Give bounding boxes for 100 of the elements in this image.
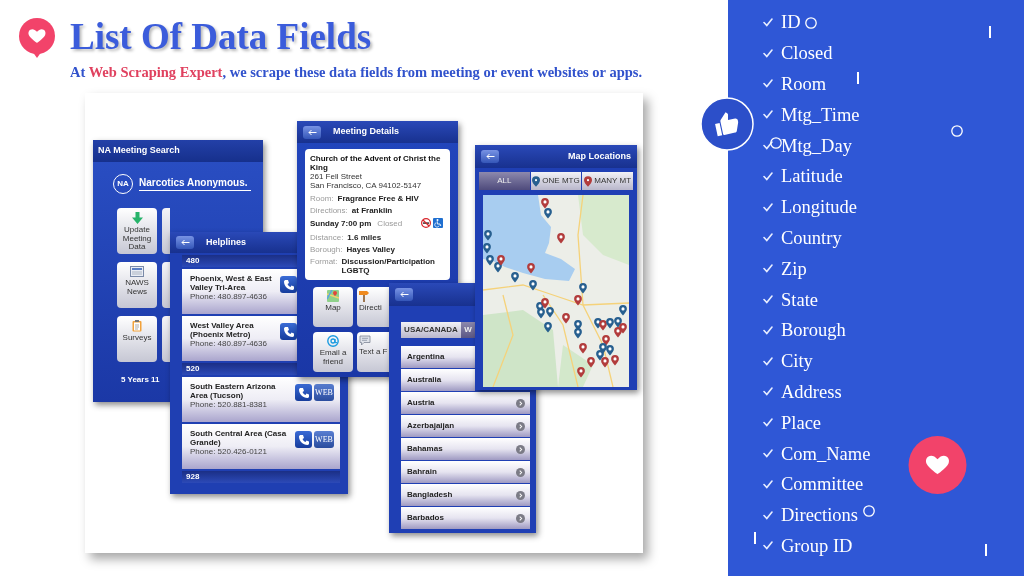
list-item[interactable]: Australia [401,369,475,391]
list-item[interactable]: Phoenix, West & East Valley Tri-Area Phone: 480.897-4636 [182,269,297,314]
back-arrow-icon [307,128,317,136]
list-item[interactable]: Bahamas [401,438,530,460]
ring-icon [863,505,875,517]
field-name: Place [781,411,822,434]
tile-edge [162,316,170,362]
call-button[interactable] [280,323,297,340]
field-name: Address [781,380,842,403]
back-arrow-icon [485,153,495,160]
menu-tile[interactable]: Text a F [357,332,389,372]
tab[interactable]: USA/CANADA [401,322,461,338]
field-name: Longitude [781,196,858,219]
chevron-icon [516,444,525,454]
screen-title: Map Locations [568,149,631,163]
field-name: Committee [781,473,864,496]
check-icon [763,387,773,397]
phone-number: Phone: 480.897-4636 [190,339,267,349]
field-name: Directions [781,504,859,527]
menu-tile[interactable]: Directi [357,287,389,327]
page-title: List Of Data Fields [70,17,372,57]
menu-tile[interactable]: NAWS News [117,262,157,308]
dash-icon [754,532,756,544]
call-button[interactable] [295,384,312,401]
call-button[interactable] [295,431,312,448]
back-button[interactable] [481,150,499,163]
check-icon [763,264,773,274]
menu-tile[interactable]: Map [313,287,353,327]
list-item[interactable]: West Valley Area (Phoenix Metro) Phone: 480.897-4636 [182,316,297,361]
field-name: Latitude [781,165,843,188]
call-button[interactable] [280,276,297,293]
tab[interactable]: ONE MTG [530,172,582,190]
menu-tile[interactable]: Update Meeting Data [117,208,157,254]
helpline-name: West Valley Area (Phoenix Metro) [190,321,255,339]
back-button[interactable] [303,125,321,139]
no-smoking-icon [421,218,431,228]
meeting-time: Sunday 7:00 pm [310,218,372,228]
address-line: 261 Fell Street [310,172,363,181]
menu-tile[interactable]: Email a friend [313,332,353,372]
dash-icon [989,26,991,38]
check-icon [763,449,773,459]
helpline-name: South Eastern Arizona Area (Tucson) [190,382,277,400]
field-name: State [781,288,818,311]
ring-icon [951,125,963,137]
tab[interactable]: W [461,322,475,338]
check-icon [763,79,773,89]
detail-value: Hayes Valley [346,245,395,254]
phone-icon [283,279,294,290]
chat-bubble-icon [359,335,371,346]
check-icon [763,418,773,428]
phone-icon [283,326,294,337]
phone-icon [298,434,309,445]
detail-value: Discussion/Participation LGBTQ [341,257,436,275]
list-item[interactable]: Argentina [401,346,475,368]
check-icon [763,110,773,120]
web-button[interactable]: WEB [314,384,334,401]
check-icon [763,202,773,212]
heart-bubble-icon [18,18,56,58]
chevron-icon [516,398,525,408]
list-item[interactable]: Bahrain [401,461,530,483]
newspaper-icon [130,266,144,277]
list-item[interactable]: South Eastern Arizona Area (Tucson) Phone: 520.881-8381 WEB [182,377,340,422]
chevron-icon [516,467,525,477]
list-item[interactable]: Bangladesh [401,484,530,506]
tile-edge [162,262,170,308]
web-button[interactable]: WEB [314,431,334,448]
back-arrow-icon [399,291,409,298]
menu-tile[interactable]: Surveys [117,316,157,362]
back-button[interactable] [395,288,413,301]
field-name: Closed [781,42,833,65]
list-item[interactable]: Azerbajaijan [401,415,530,437]
ring-icon [770,137,782,149]
tab[interactable]: ALL [479,172,530,190]
back-button[interactable] [176,236,194,249]
field-name: Borough [781,319,846,342]
back-arrow-icon [180,239,190,246]
phone-number: Phone: 520.881-8381 [190,400,267,410]
address-line: San Francisco, CA 94102-5147 [310,181,422,190]
detail-value: 1.6 miles [347,233,382,242]
field-name: Zip [781,257,807,280]
tab[interactable]: MANY MT [582,172,633,190]
check-icon [763,479,773,489]
list-item[interactable]: Barbados [401,507,530,529]
detail-value: at Franklin [351,206,393,215]
dash-icon [857,72,859,84]
chevron-icon [516,490,525,500]
field-name: ID [781,11,801,34]
list-item[interactable]: South Central Area (Casa Grande) Phone: 520.426-0121 WEB [182,424,340,469]
list-item[interactable]: Austria [401,392,530,414]
check-icon [763,295,773,305]
helpline-name: Phoenix, West & East Valley Tri-Area [190,274,273,292]
field-name: Group ID [781,534,853,557]
check-icon [763,171,773,181]
check-icon [763,17,773,27]
field-name: Room [781,73,827,95]
field-name: City [781,350,813,373]
check-icon [763,233,773,243]
dash-icon [985,544,987,556]
chevron-icon [516,421,525,431]
screen-title: Meeting Details [333,125,399,139]
